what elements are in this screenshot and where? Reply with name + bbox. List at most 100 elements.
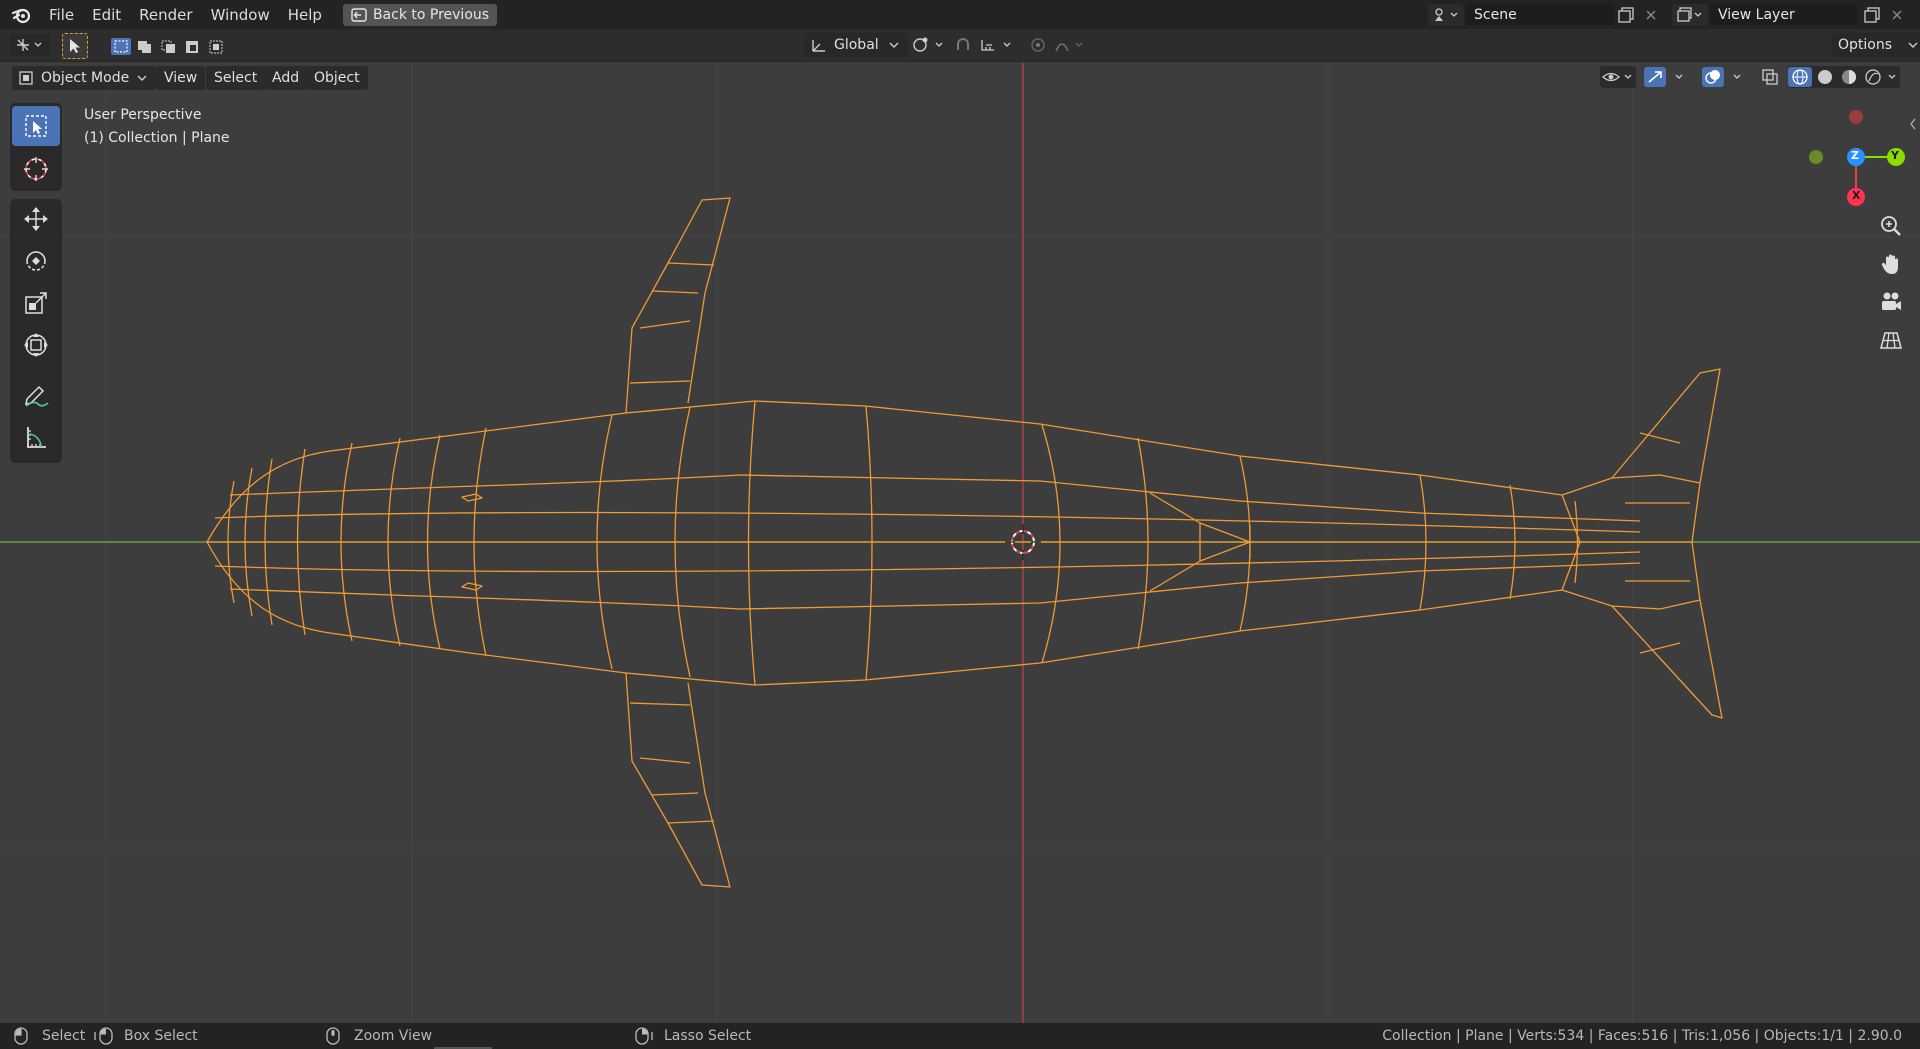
menu-window[interactable]: Window [202, 3, 279, 27]
scene-name: Scene [1474, 6, 1517, 23]
status-box-select-hint: Box Select [94, 1027, 198, 1045]
transform-tool[interactable] [12, 325, 60, 365]
rotate-icon [26, 251, 46, 271]
blender-logo-icon[interactable] [10, 4, 32, 26]
annotate-pencil-icon [25, 385, 49, 407]
status-box-select-label: Box Select [124, 1028, 198, 1044]
zoom-icon[interactable] [1876, 211, 1906, 241]
view-layer-browse-button[interactable] [1672, 4, 1708, 26]
select-box-icon [25, 115, 47, 137]
scene-browse-button[interactable] [1428, 4, 1464, 26]
material-shading-icon[interactable] [1842, 70, 1856, 84]
scale-icon [25, 292, 47, 314]
select-box-tool[interactable] [12, 106, 60, 146]
scene-statistics: Collection | Plane | Verts:534 | Faces:5… [1382, 1028, 1902, 1044]
new-view-layer-button[interactable] [1860, 4, 1884, 26]
measure-ruler-icon [27, 427, 46, 448]
select-new-icon[interactable] [111, 38, 131, 55]
solid-shading-icon[interactable] [1818, 70, 1832, 84]
cursor-arrow-icon [70, 39, 80, 53]
viewport-menu-add[interactable]: Add [264, 66, 308, 90]
chevron-down-icon [1908, 42, 1918, 48]
scene-icon [1435, 8, 1458, 21]
move-tool[interactable] [12, 199, 60, 239]
select-subtract-icon[interactable] [161, 40, 175, 53]
camera-view-icon[interactable] [1876, 287, 1906, 317]
annotate-tool[interactable] [12, 375, 60, 415]
shading-options-icon[interactable] [1888, 74, 1896, 79]
transform-orientation-dropdown[interactable]: Global [804, 33, 908, 57]
selection-mode-group [110, 35, 228, 57]
wireframe-shading-icon[interactable] [1788, 67, 1812, 87]
rotate-tool[interactable] [12, 241, 60, 281]
whale-mesh[interactable] [206, 197, 1723, 888]
visibility-dropdown[interactable] [1600, 66, 1636, 88]
object-mode-label: Object Mode [41, 70, 130, 86]
chevron-down-icon [889, 42, 899, 48]
duplicate-icon [1864, 7, 1880, 23]
gizmo-negative-y-dot[interactable] [1809, 150, 1823, 164]
gizmo-y-label: Y [1891, 149, 1899, 162]
overlays-toggle[interactable] [1702, 66, 1752, 88]
chevron-down-icon [137, 75, 147, 81]
object-mode-dropdown[interactable]: Object Mode [12, 66, 156, 90]
view-perspective-label: User Perspective [84, 107, 202, 123]
top-bar: File Edit Render Window Help Back to Pre… [0, 0, 1920, 29]
active-object-label: (1) Collection | Plane [84, 130, 230, 146]
tool-settings-bar: Global Options [0, 29, 1920, 62]
view-layer-name: View Layer [1718, 6, 1795, 23]
gizmo-toggle[interactable] [1644, 66, 1694, 88]
scene-name-field[interactable]: Scene [1466, 4, 1614, 25]
status-select-label: Select [42, 1028, 86, 1044]
cursor-tool[interactable] [12, 149, 60, 189]
options-label: Options [1838, 37, 1893, 53]
menu-file[interactable]: File [40, 3, 83, 27]
active-tool-button[interactable] [62, 33, 88, 59]
menu-render[interactable]: Render [130, 3, 201, 27]
duplicate-icon [1618, 7, 1634, 23]
delete-view-layer-button[interactable] [1886, 4, 1908, 26]
options-dropdown[interactable]: Options [1832, 33, 1920, 57]
view-layer-name-field[interactable]: View Layer [1710, 4, 1858, 25]
menu-help[interactable]: Help [279, 3, 331, 27]
viewport-menu-object[interactable]: Object [306, 66, 368, 90]
orientation-icon [812, 40, 825, 52]
status-lasso-select-label: Lasso Select [664, 1028, 752, 1044]
sidebar-toggle-icon[interactable] [1906, 113, 1920, 135]
move-icon [24, 207, 48, 231]
proportional-editing-icon [1031, 38, 1083, 52]
proportional-editing-controls[interactable] [1026, 34, 1090, 56]
gizmo-x-label: X [1852, 189, 1861, 202]
pan-hand-icon[interactable] [1876, 249, 1906, 279]
transform-icon [24, 333, 48, 357]
menu-edit[interactable]: Edit [83, 3, 130, 27]
mouse-left-icon [14, 1027, 28, 1045]
delete-scene-button[interactable] [1640, 4, 1662, 26]
xray-icon [1762, 69, 1778, 85]
select-extend-icon[interactable] [138, 41, 151, 53]
mouse-wheel-icon [326, 1027, 340, 1045]
back-to-previous-label: Back to Previous [372, 6, 490, 23]
snap-controls[interactable] [954, 34, 1016, 56]
eye-icon [1602, 72, 1632, 82]
editor-type-button[interactable] [10, 34, 50, 56]
select-invert-icon[interactable] [186, 41, 198, 53]
back-icon [351, 7, 367, 22]
scale-tool[interactable] [12, 283, 60, 323]
overlays-icon [1702, 67, 1741, 87]
gizmo-negative-x-dot[interactable] [1849, 110, 1863, 124]
measure-tool[interactable] [12, 417, 60, 457]
rendered-shading-icon[interactable] [1865, 69, 1881, 85]
select-intersect-icon[interactable] [209, 40, 223, 54]
viewport-menu-select[interactable]: Select [206, 66, 266, 90]
perspective-ortho-toggle-icon[interactable] [1876, 325, 1906, 355]
new-scene-button[interactable] [1614, 4, 1638, 26]
pivot-point-dropdown[interactable] [910, 34, 948, 56]
back-to-previous-button[interactable]: Back to Previous [342, 3, 498, 26]
status-zoom-view-hint: Zoom View [326, 1027, 432, 1045]
close-icon [1646, 10, 1656, 20]
3d-viewport[interactable]: Z Y X Object Mode View Select Add Object… [0, 63, 1920, 1023]
viewport-menu-view[interactable]: View [156, 66, 206, 90]
xray-toggle[interactable] [1758, 66, 1782, 88]
pivot-point-icon [913, 37, 943, 52]
